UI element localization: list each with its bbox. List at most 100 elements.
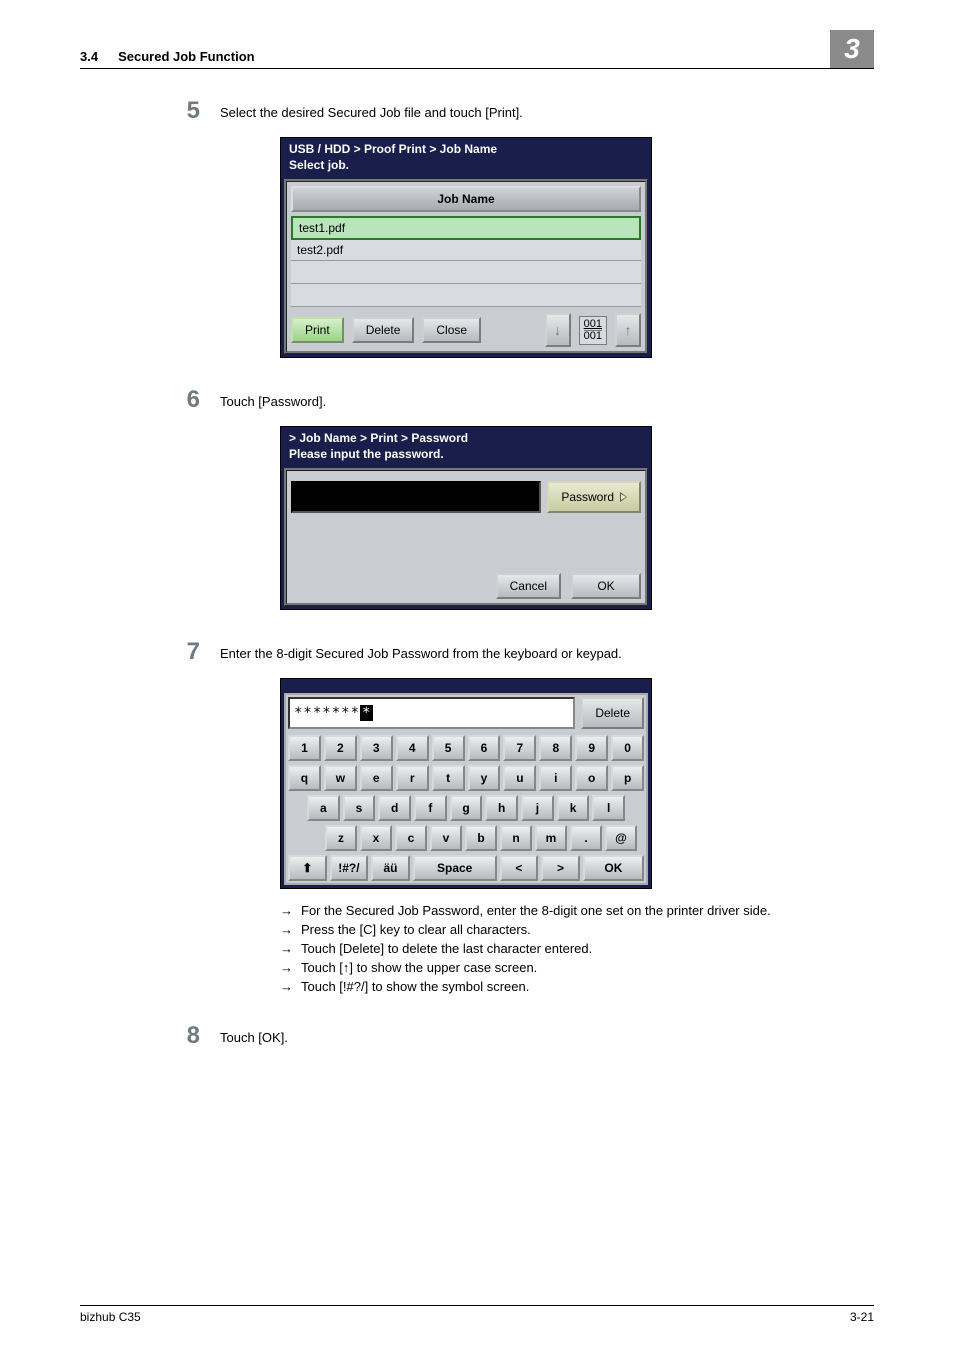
print-button[interactable]: Print [291, 317, 344, 343]
arrow-right-icon: → [280, 903, 293, 918]
step-text: Touch [OK]. [220, 1030, 874, 1045]
job-row-empty [291, 261, 641, 284]
key-k[interactable]: k [557, 795, 590, 821]
key-d[interactable]: d [378, 795, 411, 821]
page-down-button[interactable]: ↓ [545, 313, 571, 347]
bullet-item: →Touch [↑] to show the upper case screen… [280, 960, 874, 975]
key-r[interactable]: r [396, 765, 429, 791]
key-b[interactable]: b [465, 825, 497, 851]
key-2[interactable]: 2 [324, 735, 357, 761]
page-up-button[interactable]: ↑ [615, 313, 641, 347]
key-symbols[interactable]: !#?/ [330, 855, 369, 881]
key-z[interactable]: z [325, 825, 357, 851]
key-m[interactable]: m [535, 825, 567, 851]
footer-right: 3-21 [850, 1310, 874, 1324]
key-6[interactable]: 6 [468, 735, 501, 761]
arrow-right-icon: → [280, 922, 293, 937]
breadcrumb: > Job Name > Print > Password [289, 431, 643, 447]
key-1[interactable]: 1 [288, 735, 321, 761]
key-x[interactable]: x [360, 825, 392, 851]
arrow-right-icon: → [280, 960, 293, 975]
key-p[interactable]: p [611, 765, 644, 791]
key-3[interactable]: 3 [360, 735, 393, 761]
password-input[interactable]: ******** [288, 697, 575, 729]
kbd-qwerty-row: q w e r t y u i o p [288, 765, 644, 791]
keyboard-panel: ******** Delete 1 2 3 4 5 6 7 8 9 0 [280, 678, 652, 889]
key-v[interactable]: v [430, 825, 462, 851]
key-ok[interactable]: OK [583, 855, 644, 881]
key-j[interactable]: j [521, 795, 554, 821]
key-right[interactable]: > [541, 855, 580, 881]
key-h[interactable]: h [485, 795, 518, 821]
key-g[interactable]: g [450, 795, 483, 821]
key-y[interactable]: y [468, 765, 501, 791]
key-accent[interactable]: äü [371, 855, 410, 881]
footer-left: bizhub C35 [80, 1310, 141, 1324]
panel-title-text: Please input the password. [289, 447, 643, 463]
breadcrumb: USB / HDD > Proof Print > Job Name [289, 142, 643, 158]
key-e[interactable]: e [360, 765, 393, 791]
kbd-asdf-row: a s d f g h j k l [288, 795, 644, 821]
key-c[interactable]: c [395, 825, 427, 851]
step-number: 7 [80, 640, 220, 664]
arrow-up-icon: ⬆ [302, 861, 312, 875]
page-footer: bizhub C35 3-21 [80, 1305, 874, 1324]
cancel-button[interactable]: Cancel [496, 573, 561, 599]
close-button[interactable]: Close [422, 317, 481, 343]
password-button[interactable]: Password [547, 481, 641, 513]
kbd-zxcv-row: z x c v b n m . @ [288, 825, 644, 851]
key-q[interactable]: q [288, 765, 321, 791]
select-job-panel: USB / HDD > Proof Print > Job Name Selec… [280, 137, 652, 358]
arrow-right-icon: → [280, 941, 293, 956]
step-number: 6 [80, 388, 220, 412]
delete-button[interactable]: Delete [352, 317, 415, 343]
key-t[interactable]: t [432, 765, 465, 791]
key-f[interactable]: f [414, 795, 447, 821]
key-4[interactable]: 4 [396, 735, 429, 761]
job-row-empty [291, 284, 641, 307]
key-9[interactable]: 9 [575, 735, 608, 761]
job-row[interactable]: test2.pdf [291, 240, 641, 261]
column-header-job-name: Job Name [291, 186, 641, 212]
password-display [291, 481, 541, 513]
key-period[interactable]: . [570, 825, 602, 851]
key-left[interactable]: < [500, 855, 539, 881]
chevron-right-icon [620, 492, 627, 502]
panel-title-text: Select job. [289, 158, 643, 174]
bullet-item: →Touch [!#?/] to show the symbol screen. [280, 979, 874, 994]
key-o[interactable]: o [575, 765, 608, 791]
page-indicator: 001 001 [579, 316, 607, 345]
step-text: Enter the 8-digit Secured Job Password f… [220, 646, 874, 661]
key-at[interactable]: @ [605, 825, 637, 851]
chapter-badge: 3 [830, 30, 874, 68]
kbd-number-row: 1 2 3 4 5 6 7 8 9 0 [288, 735, 644, 761]
step-text: Touch [Password]. [220, 394, 874, 409]
password-prompt-panel: > Job Name > Print > Password Please inp… [280, 426, 652, 610]
key-a[interactable]: a [307, 795, 340, 821]
key-u[interactable]: u [503, 765, 536, 791]
section-number: 3.4 [80, 49, 98, 64]
key-n[interactable]: n [500, 825, 532, 851]
step-text: Select the desired Secured Job file and … [220, 105, 874, 120]
key-w[interactable]: w [324, 765, 357, 791]
bullet-item: →Press the [C] key to clear all characte… [280, 922, 874, 937]
arrow-right-icon: → [280, 979, 293, 994]
step-number: 8 [80, 1024, 220, 1048]
step-number: 5 [80, 99, 220, 123]
key-i[interactable]: i [539, 765, 572, 791]
key-l[interactable]: l [592, 795, 625, 821]
page-header: 3.4 Secured Job Function 3 [80, 30, 874, 69]
key-5[interactable]: 5 [432, 735, 465, 761]
key-s[interactable]: s [343, 795, 376, 821]
key-7[interactable]: 7 [503, 735, 536, 761]
kbd-delete-button[interactable]: Delete [581, 697, 644, 729]
bullet-item: →For the Secured Job Password, enter the… [280, 903, 874, 918]
section-title: Secured Job Function [118, 49, 830, 64]
key-8[interactable]: 8 [539, 735, 572, 761]
key-shift[interactable]: ⬆ [288, 855, 327, 881]
job-row[interactable]: test1.pdf [291, 216, 641, 240]
ok-button[interactable]: OK [571, 573, 641, 599]
key-space[interactable]: Space [413, 855, 497, 881]
kbd-bottom-row: ⬆ !#?/ äü Space < > OK [288, 855, 644, 881]
key-0[interactable]: 0 [611, 735, 644, 761]
